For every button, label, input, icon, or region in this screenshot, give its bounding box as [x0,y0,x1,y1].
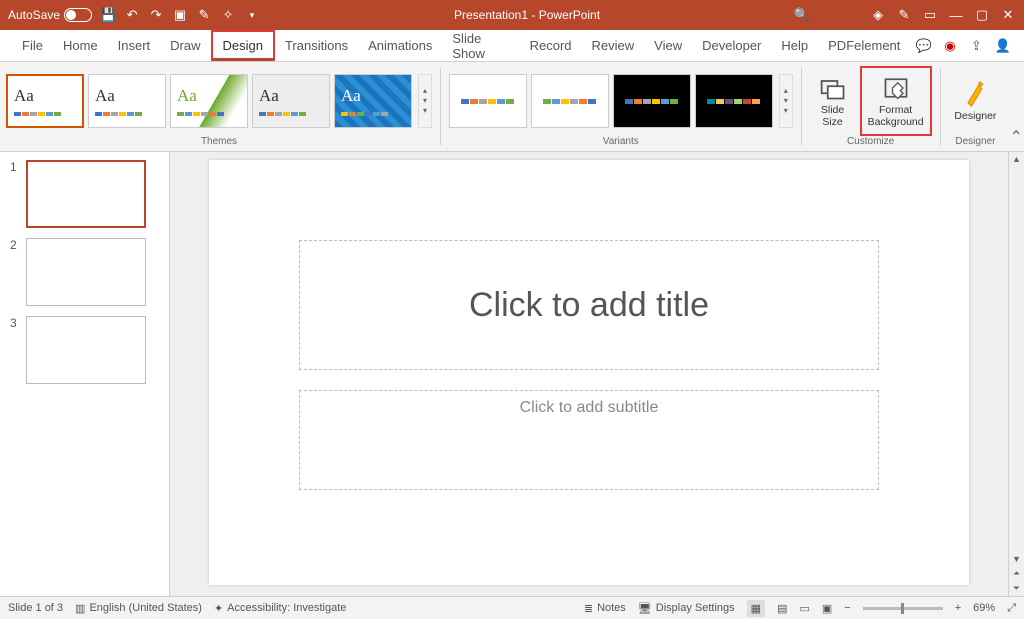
theme-2[interactable]: Aa [88,74,166,128]
quickaccess-icon-2[interactable]: ✧ [220,7,236,23]
window-mode-icon[interactable]: ▭ [922,7,938,23]
diamond-icon[interactable]: ◈ [870,7,886,23]
tab-pdfelement[interactable]: PDFelement [818,30,910,61]
variant-4[interactable] [695,74,773,128]
tab-insert[interactable]: Insert [108,30,161,61]
themes-more[interactable]: ▴▾▾ [418,74,432,128]
tab-file[interactable]: File [12,30,53,61]
designer-label: Designer [955,136,995,149]
scroll-down-icon[interactable]: ▼ [1012,552,1021,566]
customize-label: Customize [847,136,894,149]
brush-icon[interactable]: ✎ [896,7,912,23]
tab-transitions[interactable]: Transitions [275,30,358,61]
variant-1[interactable] [449,74,527,128]
slide-thumb-3[interactable] [26,316,146,384]
share-icon[interactable]: ⇪ [963,30,989,61]
slide-number: 3 [10,316,20,330]
format-background-button[interactable]: Format Background [860,66,932,136]
maximize-icon[interactable]: ▢ [974,7,990,23]
theme-4[interactable]: Aa [252,74,330,128]
variants-more[interactable]: ▴▾▾ [779,74,793,128]
vertical-scrollbar[interactable]: ▲ ▼ ⏶ ⏷ [1008,152,1024,596]
slide-thumb-1[interactable] [26,160,146,228]
comments-icon[interactable]: 💬 [910,30,936,61]
zoom-in-button[interactable]: + [955,602,961,614]
title-bar: AutoSave 💾 ↶ ↷ ▣ ✎ ✧ ▾ Presentation1 - P… [0,0,1024,30]
view-normal-icon[interactable]: ▦ [747,600,765,617]
group-themes: Aa Aa Aa Aa Aa ▴▾▾ Themes [0,62,438,151]
designer-icon [961,80,989,108]
view-reading-icon[interactable]: ▭ [799,602,809,615]
fit-to-window-icon[interactable]: ⤢ [1007,602,1016,615]
ribbon-design: Aa Aa Aa Aa Aa ▴▾▾ Themes [0,62,1024,152]
title-placeholder[interactable]: Click to add title [299,240,879,370]
designer-button[interactable]: Designer [948,66,1002,136]
slide-size-button[interactable]: Slide Size [810,66,856,136]
present-from-start-icon[interactable]: ▣ [172,7,188,23]
notes-button[interactable]: ≣ Notes [584,602,626,615]
quickaccess-icon[interactable]: ✎ [196,7,212,23]
subtitle-placeholder[interactable]: Click to add subtitle [299,390,879,490]
tab-view[interactable]: View [644,30,692,61]
workarea: 1 2 3 Click to add title Click to add su… [0,152,1024,596]
save-icon[interactable]: 💾 [100,7,116,23]
view-sorter-icon[interactable]: ▤ [777,602,787,615]
theme-5[interactable]: Aa [334,74,412,128]
autosave-toggle[interactable]: AutoSave [8,8,92,22]
record-dot-icon[interactable]: ◉ [937,30,963,61]
search-icon[interactable]: 🔍 [794,7,810,23]
slide-thumbnails-panel: 1 2 3 [0,152,170,596]
zoom-out-button[interactable]: − [844,602,850,614]
minimize-icon[interactable]: — [948,7,964,23]
themes-label: Themes [201,136,237,149]
scroll-up-icon[interactable]: ▲ [1012,152,1021,166]
slide-editor[interactable]: Click to add title Click to add subtitle [170,152,1008,596]
tab-review[interactable]: Review [582,30,645,61]
status-accessibility[interactable]: ✦ Accessibility: Investigate [214,602,346,615]
tab-help[interactable]: Help [771,30,818,61]
tab-home[interactable]: Home [53,30,108,61]
collapse-ribbon-icon[interactable]: ⌃ [1008,62,1024,151]
close-icon[interactable]: ✕ [1000,7,1016,23]
tab-animations[interactable]: Animations [358,30,442,61]
ribbon-tabs: File Home Insert Draw Design Transitions… [0,30,1024,62]
status-language[interactable]: ▥ English (United States) [75,602,202,615]
slide-thumb-2[interactable] [26,238,146,306]
group-customize: Slide Size Format Background Customize [804,62,938,151]
slide-number: 1 [10,160,20,174]
next-slide-icon[interactable]: ⏷ [1013,581,1020,596]
theme-office[interactable]: Aa [6,74,84,128]
tab-record[interactable]: Record [520,30,582,61]
status-bar: Slide 1 of 3 ▥ English (United States) ✦… [0,596,1024,619]
toggle-off-icon [64,8,92,22]
slide-canvas[interactable]: Click to add title Click to add subtitle [209,160,969,585]
tab-draw[interactable]: Draw [160,30,210,61]
undo-icon[interactable]: ↶ [124,7,140,23]
redo-icon[interactable]: ↷ [148,7,164,23]
variants-label: Variants [603,136,639,149]
window-title: Presentation1 - PowerPoint [260,8,794,22]
variant-2[interactable] [531,74,609,128]
theme-3[interactable]: Aa [170,74,248,128]
group-variants: ▴▾▾ Variants [443,62,799,151]
account-icon[interactable]: 👤 [990,30,1016,61]
variant-3[interactable] [613,74,691,128]
display-settings-button[interactable]: 🖥 Display Settings [638,602,735,615]
group-designer: Designer Designer [942,62,1008,151]
zoom-level[interactable]: 69% [973,602,995,614]
tab-developer[interactable]: Developer [692,30,771,61]
slide-size-icon [819,74,847,102]
qat-more-icon[interactable]: ▾ [244,7,260,23]
tab-slideshow[interactable]: Slide Show [442,30,519,61]
status-slide-indicator[interactable]: Slide 1 of 3 [8,602,63,614]
tab-design[interactable]: Design [211,30,275,61]
zoom-slider[interactable] [863,607,943,610]
prev-slide-icon[interactable]: ⏶ [1013,566,1020,581]
view-slideshow-icon[interactable]: ▣ [822,602,832,615]
format-background-icon [882,74,910,102]
slide-number: 2 [10,238,20,252]
